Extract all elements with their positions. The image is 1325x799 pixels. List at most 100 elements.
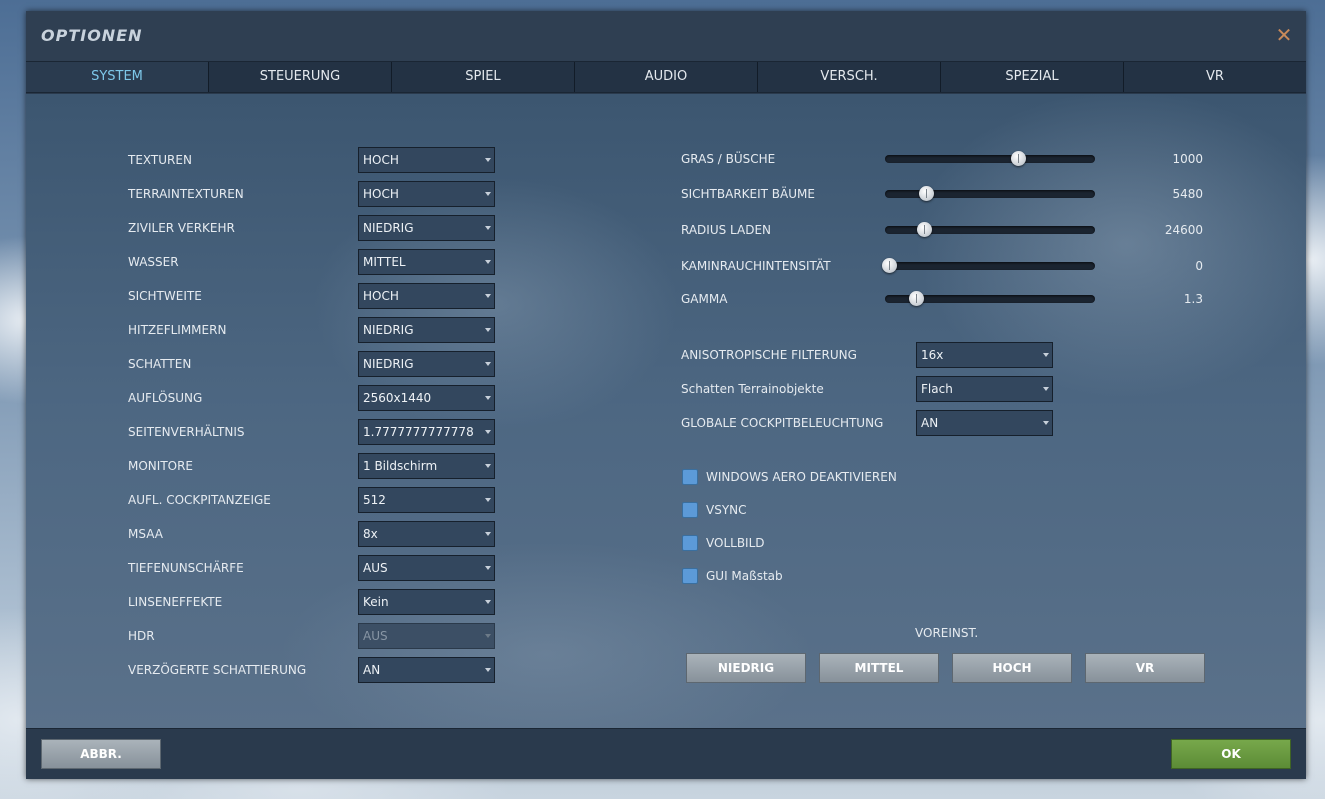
vollbild-label[interactable]: VOLLBILD	[706, 530, 765, 556]
tab-spezial[interactable]: SPEZIAL	[941, 62, 1124, 92]
hitzeflimmern-select[interactable]: NIEDRIG	[358, 317, 495, 343]
monitore-select[interactable]: 1 Bildschirm	[358, 453, 495, 479]
kaminrauchintensitaet-slider-thumb[interactable]	[882, 258, 897, 273]
chevron-down-icon	[485, 464, 491, 468]
chevron-down-icon	[485, 328, 491, 332]
radius-laden-slider-thumb[interactable]	[917, 222, 933, 237]
anisotropische-filterung-select[interactable]: 16x	[916, 342, 1053, 368]
aufl-cockpitanzeige-select[interactable]: 512	[358, 487, 495, 513]
texturen-value: HOCH	[363, 153, 399, 167]
chevron-down-icon	[485, 396, 491, 400]
chevron-down-icon	[485, 158, 491, 162]
hdr-select: AUS	[358, 623, 495, 649]
gamma-slider-thumb[interactable]	[909, 291, 925, 306]
tiefenunschaerfe-label: TIEFENUNSCHÄRFE	[128, 561, 244, 575]
msaa-value: 8x	[363, 527, 378, 541]
chevron-down-icon	[1043, 387, 1049, 391]
sichtweite-label: SICHTWEITE	[128, 289, 202, 303]
wasser-select[interactable]: MITTEL	[358, 249, 495, 275]
preset-mittel-button[interactable]: MITTEL	[819, 653, 939, 683]
verzoegerte-schattierung-select[interactable]: AN	[358, 657, 495, 683]
tab-vr[interactable]: VR	[1124, 62, 1306, 92]
monitore-label: MONITORE	[128, 459, 194, 473]
hitzeflimmern-value: NIEDRIG	[363, 323, 414, 337]
vsync-checkbox[interactable]	[682, 502, 698, 518]
kaminrauchintensitaet-slider-track[interactable]	[885, 262, 1095, 270]
ziviler-verkehr-label: ZIVILER VERKEHR	[128, 221, 235, 235]
kaminrauchintensitaet-label: KAMINRAUCHINTENSITÄT	[681, 259, 831, 273]
tab-system[interactable]: SYSTEM	[26, 62, 209, 92]
monitore-value: 1 Bildschirm	[363, 459, 438, 473]
sichtbarkeit-baeume-slider-thumb[interactable]	[919, 186, 935, 201]
chevron-down-icon	[485, 566, 491, 570]
windows-aero-deaktivieren-label[interactable]: WINDOWS AERO DEAKTIVIEREN	[706, 464, 897, 490]
chevron-down-icon	[485, 532, 491, 536]
chevron-down-icon	[485, 430, 491, 434]
wasser-value: MITTEL	[363, 255, 406, 269]
ziviler-verkehr-select[interactable]: NIEDRIG	[358, 215, 495, 241]
windows-aero-deaktivieren-checkbox[interactable]	[682, 469, 698, 485]
gui-massstab-label[interactable]: GUI Maßstab	[706, 563, 783, 589]
tab-spiel[interactable]: SPIEL	[392, 62, 575, 92]
hdr-value: AUS	[363, 629, 388, 643]
verzoegerte-schattierung-label: VERZÖGERTE SCHATTIERUNG	[128, 663, 307, 677]
msaa-select[interactable]: 8x	[358, 521, 495, 547]
chevron-down-icon	[485, 226, 491, 230]
tiefenunschaerfe-value: AUS	[363, 561, 388, 575]
ok-button[interactable]: OK	[1171, 739, 1291, 769]
title-bar: OPTIONEN ✕	[26, 11, 1306, 61]
sichtbarkeit-baeume-value: 5480	[1172, 187, 1203, 201]
texturen-select[interactable]: HOCH	[358, 147, 495, 173]
anisotropische-filterung-label: ANISOTROPISCHE FILTERUNG	[681, 348, 857, 362]
anisotropische-filterung-value: 16x	[921, 348, 944, 362]
terraintexturen-value: HOCH	[363, 187, 399, 201]
tab-versch[interactable]: VERSCH.	[758, 62, 941, 92]
schatten-label: SCHATTEN	[128, 357, 192, 371]
cancel-button[interactable]: ABBR.	[41, 739, 161, 769]
gui-massstab-checkbox[interactable]	[682, 568, 698, 584]
tab-steuerung[interactable]: STEUERUNG	[209, 62, 392, 92]
hitzeflimmern-label: HITZEFLIMMERN	[128, 323, 227, 337]
seitenverhaeltnis-select[interactable]: 1.7777777777778	[358, 419, 495, 445]
window-title: OPTIONEN	[41, 26, 143, 45]
vsync-label[interactable]: VSYNC	[706, 497, 747, 523]
preset-hoch-button[interactable]: HOCH	[952, 653, 1072, 683]
schatten-select[interactable]: NIEDRIG	[358, 351, 495, 377]
globale-cockpitbeleuchtung-label: GLOBALE COCKPITBELEUCHTUNG	[681, 416, 884, 430]
chevron-down-icon	[485, 294, 491, 298]
vollbild-checkbox[interactable]	[682, 535, 698, 551]
terraintexturen-select[interactable]: HOCH	[358, 181, 495, 207]
preset-vr-button[interactable]: VR	[1085, 653, 1205, 683]
sichtweite-select[interactable]: HOCH	[358, 283, 495, 309]
chevron-down-icon	[485, 260, 491, 264]
tab-audio[interactable]: AUDIO	[575, 62, 758, 92]
gras-buesche-slider-track[interactable]	[885, 155, 1095, 163]
chevron-down-icon	[1043, 421, 1049, 425]
seitenverhaeltnis-label: SEITENVERHÄLTNIS	[128, 425, 245, 439]
kaminrauchintensitaet-value: 0	[1195, 259, 1203, 273]
chevron-down-icon	[485, 192, 491, 196]
schatten-terrainobjekte-value: Flach	[921, 382, 953, 396]
chevron-down-icon	[485, 634, 491, 638]
schatten-value: NIEDRIG	[363, 357, 414, 371]
schatten-terrainobjekte-select[interactable]: Flach	[916, 376, 1053, 402]
schatten-terrainobjekte-label: Schatten Terrainobjekte	[681, 382, 824, 396]
footer-bar: ABBR. OK	[26, 728, 1306, 779]
sichtweite-value: HOCH	[363, 289, 399, 303]
aufloesung-value: 2560x1440	[363, 391, 432, 405]
hdr-label: HDR	[128, 629, 155, 643]
ziviler-verkehr-value: NIEDRIG	[363, 221, 414, 235]
chevron-down-icon	[485, 600, 491, 604]
gras-buesche-slider-thumb[interactable]	[1011, 151, 1027, 166]
sichtbarkeit-baeume-slider-track[interactable]	[885, 190, 1095, 198]
preset-niedrig-button[interactable]: NIEDRIG	[686, 653, 806, 683]
globale-cockpitbeleuchtung-select[interactable]: AN	[916, 410, 1053, 436]
linseneffekte-select[interactable]: Kein	[358, 589, 495, 615]
options-window: OPTIONEN ✕ SYSTEM STEUERUNG SPIEL AUDIO …	[26, 11, 1306, 779]
chevron-down-icon	[485, 498, 491, 502]
aufloesung-label: AUFLÖSUNG	[128, 391, 203, 405]
radius-laden-label: RADIUS LADEN	[681, 223, 772, 237]
tiefenunschaerfe-select[interactable]: AUS	[358, 555, 495, 581]
aufloesung-select[interactable]: 2560x1440	[358, 385, 495, 411]
close-icon[interactable]: ✕	[1274, 25, 1294, 45]
